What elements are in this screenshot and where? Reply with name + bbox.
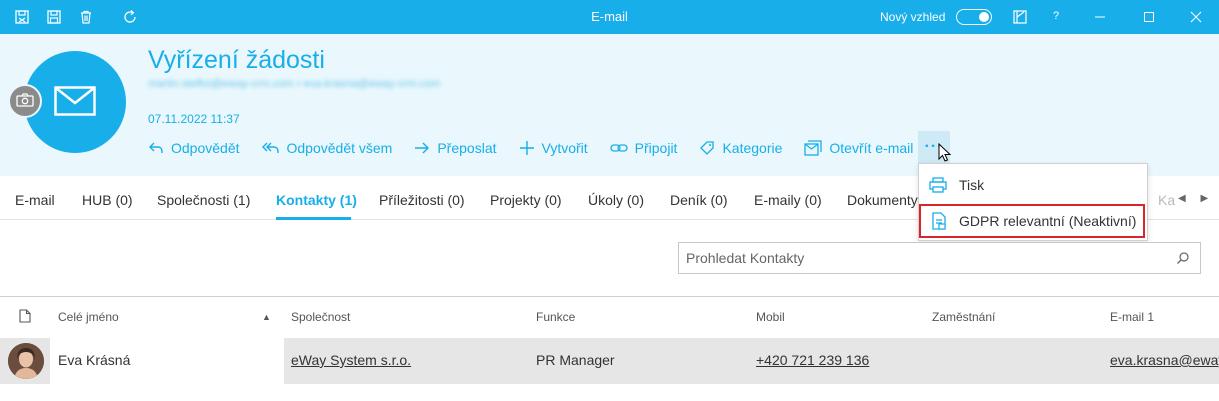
reply-all-button[interactable]: Odpovědět všem: [261, 140, 393, 156]
forward-icon: [415, 142, 430, 154]
close-icon[interactable]: [1186, 7, 1206, 27]
menu-item-gdpr-label: GDPR relevantní (Neaktivní): [959, 213, 1137, 229]
email-header: Vyřízení žádosti martin.stefko@eway-crm.…: [0, 34, 1219, 176]
menu-item-gdpr[interactable]: GDPR relevantní (Neaktivní): [919, 204, 1145, 238]
tab-projects[interactable]: Projekty (0): [490, 192, 562, 208]
column-header-full-name[interactable]: Celé jméno: [58, 310, 119, 324]
reply-button[interactable]: Odpovědět: [148, 140, 240, 156]
tab-companies[interactable]: Společnosti (1): [157, 192, 250, 208]
contacts-search[interactable]: [678, 242, 1201, 274]
tab-email[interactable]: E-mail: [15, 192, 55, 208]
attach-label: Připojit: [634, 140, 678, 156]
reply-icon: [149, 142, 163, 153]
contact-avatar: [8, 343, 44, 379]
category-label: Kategorie: [722, 140, 783, 156]
email-addresses: martin.stefko@eway-crm.com • eva.krasna@…: [148, 78, 441, 90]
help-icon[interactable]: ?: [1053, 10, 1059, 22]
column-header-company[interactable]: Společnost: [291, 310, 350, 324]
column-header-employment[interactable]: Zaměstnání: [932, 310, 995, 324]
column-header-mobile[interactable]: Mobil: [756, 310, 785, 324]
open-email-icon: [804, 140, 823, 156]
new-look-toggle[interactable]: [956, 9, 992, 25]
contact-company-link[interactable]: eWay System s.r.o.: [291, 352, 411, 368]
contact-mobile-link[interactable]: +420 721 239 136: [756, 352, 869, 368]
create-button[interactable]: Vytvořit: [519, 140, 588, 156]
contact-name[interactable]: Eva Krásná: [58, 352, 130, 368]
gdpr-icon: [932, 212, 946, 230]
document-icon: [19, 309, 31, 326]
window-title: E-mail: [591, 9, 628, 24]
column-header-email[interactable]: E-mail 1: [1110, 310, 1154, 324]
minimize-icon[interactable]: [1090, 7, 1110, 27]
change-photo-button[interactable]: [8, 84, 42, 118]
email-subject: Vyřízení žádosti: [148, 46, 325, 74]
action-toolbar: Odpovědět Odpovědět všem Přeposlat Vytvo…: [148, 138, 935, 158]
grid-divider: [0, 296, 1219, 297]
reply-label: Odpovědět: [171, 140, 240, 156]
tab-tasks[interactable]: Úkoly (0): [588, 192, 644, 208]
contact-function: PR Manager: [536, 352, 615, 368]
open-email-button[interactable]: Otevřít e-mail: [804, 140, 913, 156]
menu-item-print-label: Tisk: [959, 177, 985, 193]
layout-icon[interactable]: [1010, 7, 1030, 27]
attach-button[interactable]: Připojit: [610, 140, 678, 156]
mouse-cursor-icon: [938, 142, 952, 166]
forward-button[interactable]: Přeposlat: [414, 140, 497, 156]
title-bar: E-mail Nový vzhled ?: [0, 0, 1219, 34]
forward-label: Přeposlat: [437, 140, 497, 156]
category-button[interactable]: Kategorie: [699, 140, 782, 156]
email-date: 07.11.2022 11:37: [148, 112, 240, 126]
tab-hub[interactable]: HUB (0): [82, 192, 133, 208]
tab-documents[interactable]: Dokumenty: [847, 192, 918, 208]
menu-item-print[interactable]: Tisk: [919, 168, 1147, 202]
more-actions-menu: Tisk GDPR relevantní (Neaktivní): [918, 163, 1148, 241]
link-icon: [610, 144, 628, 152]
maximize-icon[interactable]: [1139, 7, 1159, 27]
tab-overflow[interactable]: Ka: [1158, 192, 1175, 208]
sort-ascending-icon[interactable]: ▲: [262, 312, 271, 322]
tab-opportunities[interactable]: Příležitosti (0): [379, 192, 465, 208]
contact-email-link[interactable]: eva.krasna@eway-crm.com: [1110, 352, 1219, 368]
tab-contacts[interactable]: Kontakty (1): [276, 192, 357, 208]
reply-all-label: Odpovědět všem: [286, 140, 393, 156]
active-tab-indicator: [276, 217, 351, 220]
tab-journal[interactable]: Deník (0): [670, 192, 728, 208]
search-icon[interactable]: [1176, 251, 1190, 268]
reply-all-icon: [261, 142, 279, 153]
envelope-icon: [54, 85, 96, 119]
tab-emails[interactable]: E-maily (0): [754, 192, 822, 208]
camera-icon: [16, 92, 34, 110]
name-cell: Eva Krásná: [50, 338, 284, 384]
column-header-function[interactable]: Funkce: [536, 310, 575, 324]
tag-icon: [700, 141, 715, 155]
search-input[interactable]: [679, 243, 1159, 273]
tab-scroll-arrows[interactable]: ◀ ▶: [1178, 193, 1214, 204]
printer-icon: [929, 177, 947, 193]
open-email-label: Otevřít e-mail: [829, 140, 914, 156]
create-label: Vytvořit: [541, 140, 588, 156]
new-look-label: Nový vzhled: [880, 10, 946, 24]
plus-icon: [519, 141, 534, 155]
table-row[interactable]: Eva Krásná eWay System s.r.o. PR Manager…: [0, 338, 1219, 384]
